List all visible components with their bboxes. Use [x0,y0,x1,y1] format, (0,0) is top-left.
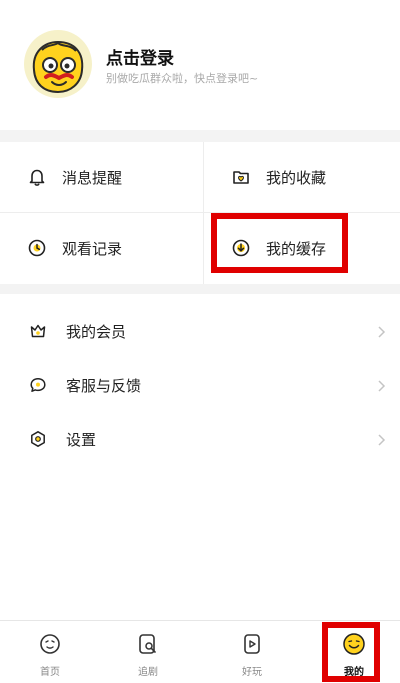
search-doc-icon [136,632,160,656]
menu-item-label: 设置 [66,430,97,449]
menu-item-support[interactable]: 客服与反馈 [0,358,400,412]
login-subtitle: 别做吃瓜群众啦，快点登录吧~ [106,72,259,85]
menu-item-label: 客服与反馈 [66,376,142,395]
tab-label: 我的 [344,667,364,678]
tab-fun[interactable]: 好玩 [202,621,302,683]
menu-item-membership[interactable]: 我的会员 [0,304,400,358]
avatar[interactable] [24,30,92,98]
quick-grid: 消息提醒 我的收藏 观看记录 我的缓存 [0,142,400,284]
menu-item-label: 我的会员 [66,322,127,341]
grid-item-downloads[interactable]: 我的缓存 [230,213,326,283]
smiley-icon [342,632,366,656]
clock-icon [26,237,48,259]
profile-header[interactable]: 点击登录 别做吃瓜群众啦，快点登录吧~ [0,0,400,130]
bell-icon [26,166,48,188]
gear-icon [28,429,48,449]
grid-item-favorites[interactable]: 我的收藏 [230,142,326,212]
chat-icon [28,375,48,395]
play-card-icon [240,632,264,656]
crown-icon [28,321,48,341]
chevron-right-icon [376,378,386,392]
tab-home[interactable]: 首页 [0,621,100,683]
tab-label: 首页 [40,667,60,678]
grid-item-label: 观看记录 [62,239,123,258]
home-face-icon [38,632,62,656]
heart-folder-icon [230,166,252,188]
tab-label: 追剧 [138,667,158,678]
chevron-right-icon [376,432,386,446]
grid-item-history[interactable]: 观看记录 [26,213,122,283]
tab-mine[interactable]: 我的 [304,621,400,683]
grid-divider-vertical [203,142,204,284]
download-icon [230,237,252,259]
grid-item-label: 我的缓存 [266,239,327,258]
grid-item-label: 我的收藏 [266,168,327,187]
bottom-tab-bar: 首页 追剧 好玩 我的 [0,620,400,683]
tab-label: 好玩 [242,667,262,678]
menu-list: 我的会员 客服与反馈 设置 [0,294,400,620]
grid-item-label: 消息提醒 [62,168,123,187]
chevron-right-icon [376,324,386,338]
login-title[interactable]: 点击登录 [106,44,174,69]
mine-page: 点击登录 别做吃瓜群众啦，快点登录吧~ 消息提醒 我的收藏 观看记录 我的缓存 … [0,0,400,683]
menu-item-settings[interactable]: 设置 [0,412,400,466]
grid-item-notifications[interactable]: 消息提醒 [26,142,122,212]
tab-series[interactable]: 追剧 [98,621,198,683]
